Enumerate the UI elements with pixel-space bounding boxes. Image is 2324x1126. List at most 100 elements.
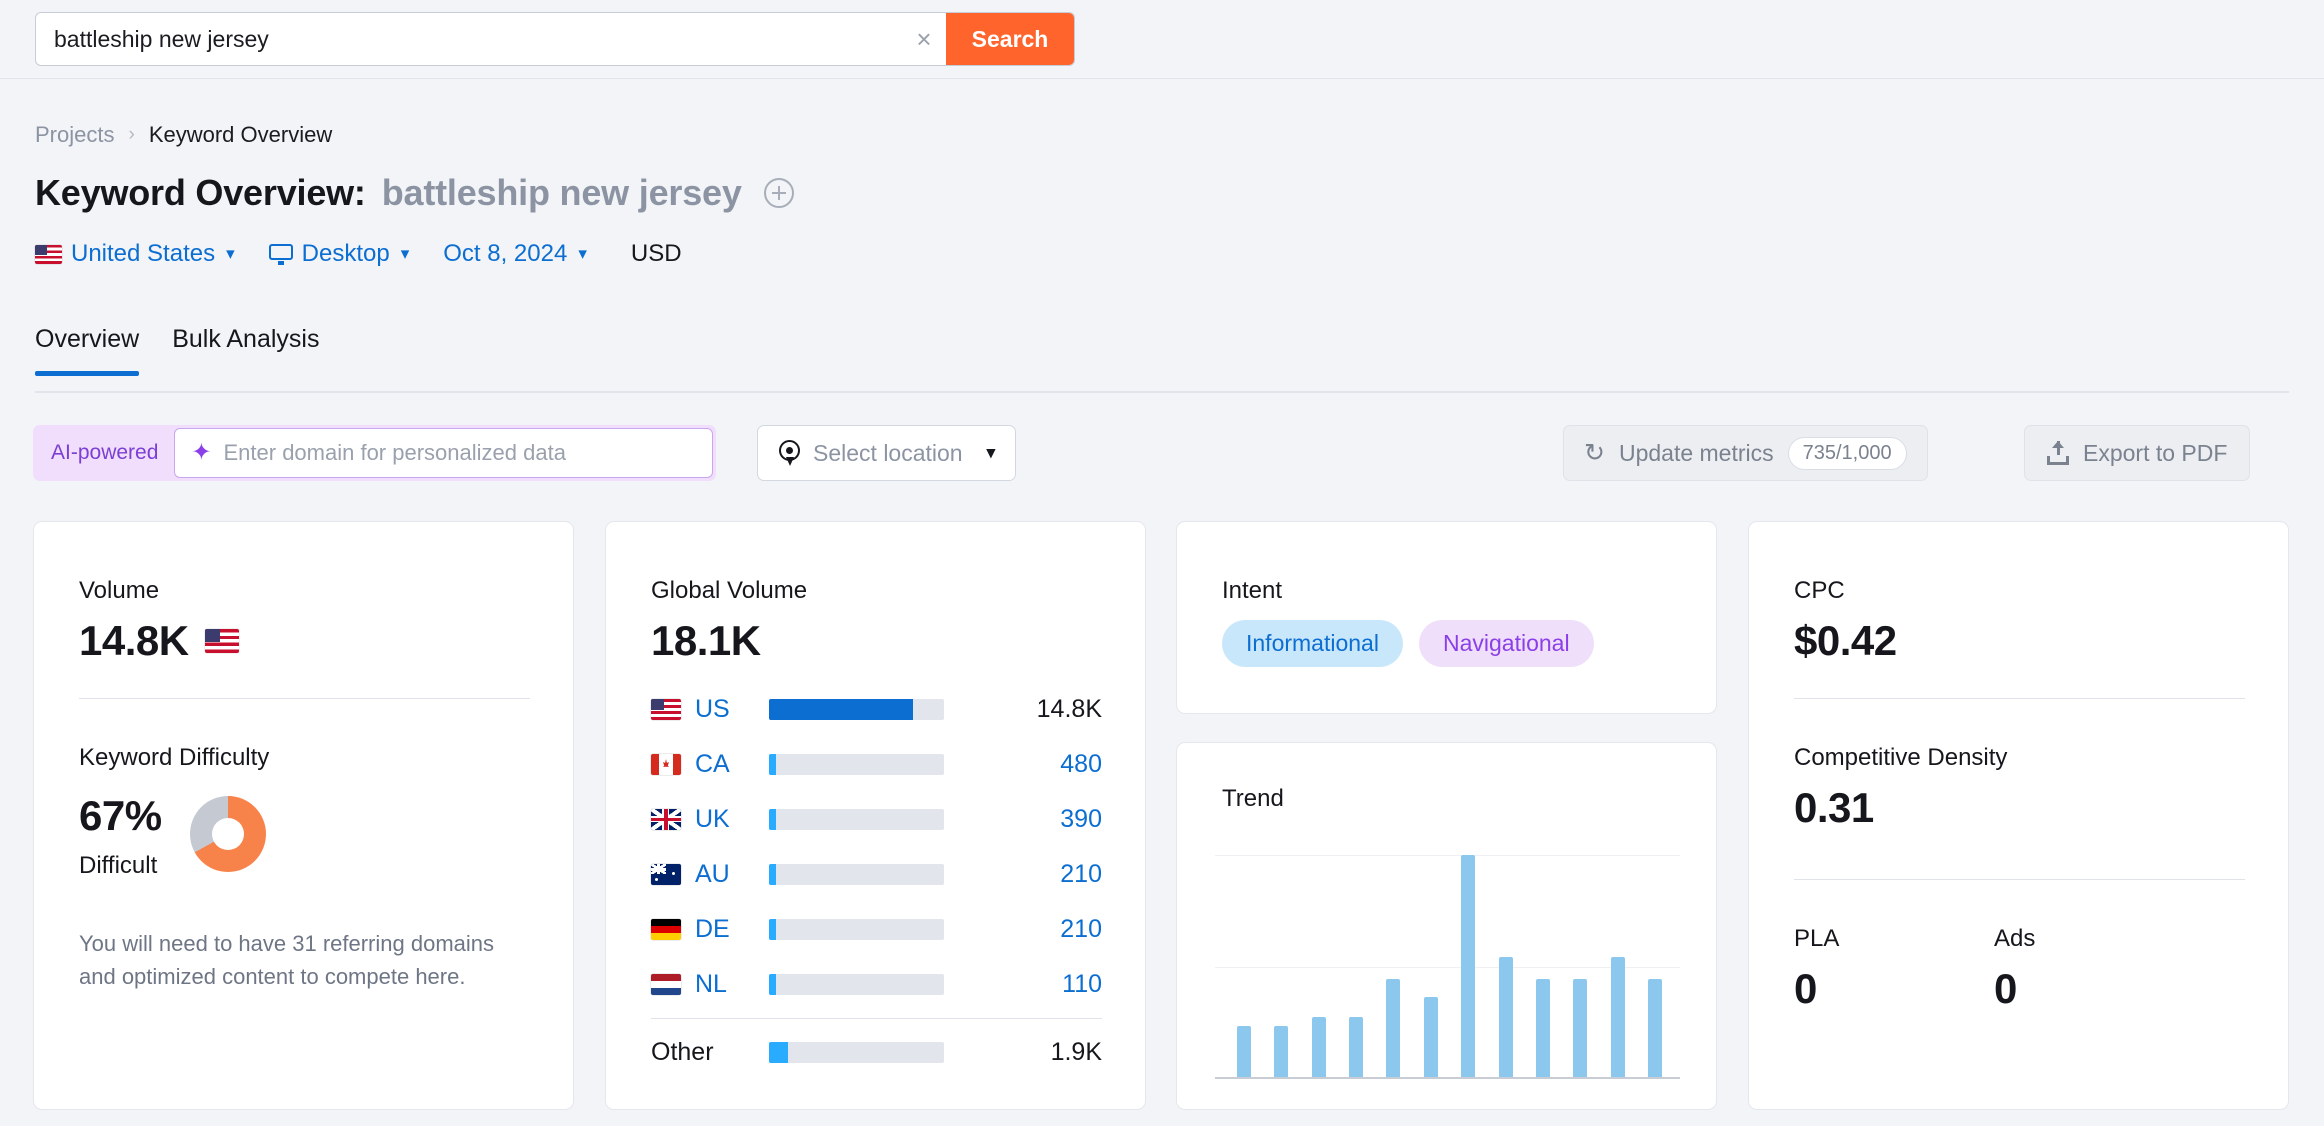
trend-bar[interactable] <box>1461 855 1476 1077</box>
search-bar-region: × Search <box>0 0 2324 79</box>
divider <box>1794 698 2245 699</box>
country-volume-value: 110 <box>1062 970 1102 998</box>
tab-overview[interactable]: Overview <box>35 325 140 376</box>
pla-value: 0 <box>1794 965 1817 1012</box>
toolbar: AI-powered ✦ Select location ▾ ↻ Update … <box>0 425 2324 487</box>
monitor-icon <box>268 243 293 265</box>
export-icon <box>2047 441 2069 465</box>
country-filter[interactable]: United States ▾ <box>35 240 235 268</box>
us-flag-icon <box>651 699 681 720</box>
trend-bar[interactable] <box>1610 957 1625 1077</box>
global-volume-row[interactable]: AU 210 <box>651 847 1102 902</box>
global-volume-row[interactable]: NL 110 <box>651 957 1102 1012</box>
intent-label: Intent <box>1222 577 1283 604</box>
global-volume-row[interactable]: CA 480 <box>651 737 1102 792</box>
breadcrumb: Projects › Keyword Overview <box>35 122 332 148</box>
trend-chart <box>1215 855 1680 1079</box>
trend-bar[interactable] <box>1647 979 1662 1077</box>
breadcrumb-separator-icon: › <box>128 124 135 145</box>
trend-bar[interactable] <box>1573 979 1588 1077</box>
volume-bar-fill <box>769 1042 789 1063</box>
search-box[interactable]: × Search <box>35 12 1075 66</box>
au-flag-icon <box>651 864 681 885</box>
us-flag-icon <box>35 244 62 264</box>
intent-tag[interactable]: Navigational <box>1418 620 1594 667</box>
volume-bar-track <box>769 699 944 720</box>
intent-card: Intent Informational Navigational <box>1176 521 1717 714</box>
global-volume-row[interactable]: DE 210 <box>651 902 1102 957</box>
domain-input[interactable] <box>223 440 697 466</box>
nl-flag-icon <box>651 974 681 995</box>
trend-bar[interactable] <box>1349 1017 1364 1077</box>
tab-bulk-analysis[interactable]: Bulk Analysis <box>172 325 319 376</box>
chevron-down-icon: ▾ <box>578 244 587 263</box>
domain-input-box[interactable]: ✦ <box>174 428 714 478</box>
divider <box>651 1018 1102 1019</box>
select-location-button[interactable]: Select location ▾ <box>757 425 1017 481</box>
country-filter-label: United States <box>71 240 216 267</box>
refresh-icon: ↻ <box>1584 438 1605 467</box>
keyword-difficulty-description: You will need to have 31 referring domai… <box>79 931 495 990</box>
country-volume-value: 14.8K <box>1036 695 1102 723</box>
country-code: AU <box>695 860 730 888</box>
date-filter[interactable]: Oct 8, 2024 ▾ <box>443 240 587 268</box>
trend-bar[interactable] <box>1423 997 1438 1077</box>
select-location-label: Select location <box>813 439 963 466</box>
add-keyword-icon[interactable] <box>763 178 794 208</box>
trend-bar[interactable] <box>1237 1025 1251 1077</box>
volume-bar-track <box>769 809 944 830</box>
device-filter[interactable]: Desktop ▾ <box>268 240 410 268</box>
ai-powered-badge: AI-powered <box>51 441 159 464</box>
trend-label: Trend <box>1222 785 1284 812</box>
keyword-difficulty-label: Keyword Difficulty <box>79 744 270 771</box>
competitive-density-value: 0.31 <box>1794 784 1874 831</box>
sparkle-icon: ✦ <box>191 439 212 466</box>
global-volume-other-row: Other 1.9K <box>651 1025 1102 1080</box>
chevron-down-icon: ▾ <box>400 244 410 263</box>
volume-bar-fill <box>769 754 776 775</box>
country-code: CA <box>695 750 730 778</box>
trend-bar[interactable] <box>1311 1017 1326 1077</box>
volume-value: 14.8K <box>79 617 189 664</box>
export-pdf-button[interactable]: Export to PDF <box>2024 425 2251 481</box>
divider <box>79 698 530 699</box>
cpc-card: CPC $0.42 Competitive Density 0.31 PLA 0… <box>1748 521 2289 1110</box>
country-code: US <box>695 695 730 723</box>
global-volume-card: Global Volume 18.1K US 14.8K CA 480 UK 390 AU 2… <box>605 521 1146 1110</box>
intent-tag[interactable]: Informational <box>1222 620 1403 667</box>
global-volume-value: 18.1K <box>651 617 761 664</box>
volume-bar-fill <box>769 919 776 940</box>
global-volume-row[interactable]: US 14.8K <box>651 682 1102 737</box>
country-volume-value: 210 <box>1060 860 1102 888</box>
chart-baseline <box>1215 1077 1680 1079</box>
breadcrumb-projects[interactable]: Projects <box>35 122 114 148</box>
ads-label: Ads <box>1994 925 2036 952</box>
ca-flag-icon <box>651 754 681 775</box>
tab-bar: Overview Bulk Analysis <box>35 325 319 376</box>
chart-bars <box>1215 855 1680 1077</box>
search-button[interactable]: Search <box>946 13 1074 65</box>
trend-bar[interactable] <box>1498 957 1513 1077</box>
pla-label: PLA <box>1794 925 1840 952</box>
volume-label: Volume <box>79 577 160 604</box>
volume-bar-track <box>769 864 944 885</box>
global-volume-row[interactable]: UK 390 <box>651 792 1102 847</box>
update-metrics-label: Update metrics <box>1618 439 1774 466</box>
search-input[interactable] <box>36 13 902 65</box>
intent-tag-list: Informational Navigational <box>1222 620 1594 667</box>
trend-bar[interactable] <box>1386 979 1401 1077</box>
competitive-density-label: Competitive Density <box>1794 744 2008 771</box>
divider <box>1794 879 2245 880</box>
trend-bar[interactable] <box>1535 979 1550 1077</box>
filter-row: United States ▾ Desktop ▾ Oct 8, 2024 ▾ … <box>35 240 682 268</box>
keyword-difficulty-row: 67% Difficult <box>79 792 266 880</box>
volume-bar-fill <box>769 864 776 885</box>
clear-search-icon[interactable]: × <box>902 13 946 65</box>
currency-label: USD <box>630 240 682 267</box>
export-pdf-label: Export to PDF <box>2083 439 2228 466</box>
trend-bar[interactable] <box>1274 1025 1289 1077</box>
cpc-value: $0.42 <box>1794 617 1897 664</box>
update-quota-badge: 735/1,000 <box>1787 436 1907 470</box>
page-title: Keyword Overview: battleship new jersey <box>35 172 794 214</box>
update-metrics-button[interactable]: ↻ Update metrics 735/1,000 <box>1563 425 1928 481</box>
